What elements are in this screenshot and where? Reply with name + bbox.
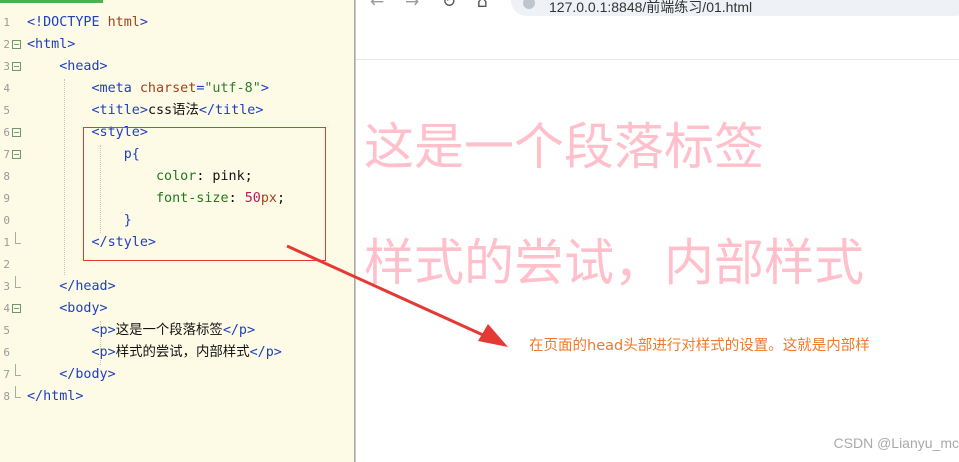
code-line[interactable]: 2− <html>: [0, 34, 354, 56]
fold-toggle-icon[interactable]: −: [12, 304, 21, 313]
code-token: >: [139, 15, 148, 30]
code-line[interactable]: 3− <head>: [0, 56, 354, 78]
site-info-icon[interactable]: [523, 0, 535, 9]
line-number: 1: [3, 236, 10, 249]
line-number: 9: [3, 192, 10, 205]
code-token: <body>: [59, 301, 108, 316]
line-number: 3: [3, 280, 10, 293]
code-token: <html>: [27, 37, 76, 52]
code-token: html: [107, 15, 140, 30]
fold-end-marker: [15, 276, 21, 288]
line-number: 4: [3, 302, 10, 315]
code-text: </head>: [27, 276, 116, 298]
code-line[interactable]: 5 <p>这是一个段落标签</p>: [0, 320, 354, 342]
code-line[interactable]: 5 <title>css语法</title>: [0, 100, 354, 122]
fold-end-marker: [15, 386, 21, 398]
code-token: </head>: [59, 279, 116, 294]
code-text: <head>: [27, 56, 108, 78]
code-token: <p>: [91, 323, 116, 338]
indent-guide: [100, 321, 101, 365]
line-number: 2: [3, 258, 10, 271]
line-number: 6: [3, 346, 10, 359]
code-line[interactable]: 8 </html>: [0, 386, 354, 408]
code-text: </html>: [27, 386, 83, 408]
line-number: 4: [3, 82, 10, 95]
line-number: 7: [3, 148, 10, 161]
line-number: 5: [3, 324, 10, 337]
code-token: </html>: [27, 389, 84, 404]
code-token: <p>: [91, 345, 116, 360]
browser-preview: ← → ↻ ⌂ 127.0.0.1:8848/前端练习/01.html 这是一个…: [356, 0, 959, 462]
code-text: <!DOCTYPE html>: [27, 12, 148, 34]
fold-end-marker: [15, 232, 21, 244]
code-editor[interactable]: 1 <!DOCTYPE html> 2− <html> 3− <head> 4 <meta…: [0, 0, 354, 462]
code-line[interactable]: 1 <!DOCTYPE html>: [0, 12, 354, 34]
code-token: <!DOCTYPE: [27, 15, 108, 30]
address-bar[interactable]: 127.0.0.1:8848/前端练习/01.html: [511, 0, 959, 16]
code-text: <body>: [27, 298, 108, 320]
back-icon[interactable]: ←: [370, 0, 384, 12]
forward-icon[interactable]: →: [405, 0, 419, 12]
code-token: charset: [139, 81, 197, 96]
code-token: </title>: [198, 103, 264, 118]
line-number: 1: [3, 16, 10, 29]
browser-toolbar: ← → ↻ ⌂ 127.0.0.1:8848/前端练习/01.html: [356, 0, 959, 60]
line-number: 6: [3, 126, 10, 139]
paragraph-1: 这是一个段落标签: [364, 118, 764, 176]
code-token: >: [260, 81, 269, 96]
line-number: 8: [3, 390, 10, 403]
line-number: 0: [3, 214, 10, 227]
home-icon[interactable]: ⌂: [477, 0, 488, 12]
code-token: <head>: [59, 59, 108, 74]
code-line[interactable]: 7 </body>: [0, 364, 354, 386]
code-token: <meta: [91, 81, 140, 96]
line-number: 8: [3, 170, 10, 183]
code-token: </body>: [59, 367, 116, 382]
code-token: 样式的尝试，内部样式: [115, 345, 250, 360]
code-text: </body>: [27, 364, 116, 386]
indent-guide: [64, 79, 65, 275]
code-line[interactable]: 4− <body>: [0, 298, 354, 320]
code-token: css语法: [147, 103, 199, 118]
code-line[interactable]: 4 <meta charset="utf-8">: [0, 78, 354, 100]
line-number: 7: [3, 368, 10, 381]
address-text: 127.0.0.1:8848/前端练习/01.html: [549, 0, 753, 15]
code-text: <title>css语法</title>: [27, 100, 264, 122]
fold-end-marker: [15, 364, 21, 376]
code-token: "utf-8": [204, 81, 261, 96]
style-highlight-box: [83, 127, 326, 261]
code-text: <html>: [27, 34, 75, 56]
code-line[interactable]: 3 </head>: [0, 276, 354, 298]
fold-toggle-icon[interactable]: −: [12, 128, 21, 137]
code-token: 这是一个段落标签: [115, 323, 223, 338]
fold-toggle-icon[interactable]: −: [12, 62, 21, 71]
code-text: <p>这是一个段落标签</p>: [27, 320, 256, 342]
code-line[interactable]: 6 <p>样式的尝试，内部样式</p>: [0, 342, 354, 364]
code-token: </p>: [222, 323, 256, 338]
line-number: 5: [3, 104, 10, 117]
paragraph-2: 样式的尝试，内部样式: [364, 234, 864, 292]
fold-toggle-icon[interactable]: −: [12, 150, 21, 159]
code-token: </p>: [249, 345, 282, 360]
line-number: 3: [3, 60, 10, 73]
code-token: <title>: [91, 103, 148, 118]
active-tab-indicator: [0, 0, 103, 3]
line-number: 2: [3, 38, 10, 51]
reload-icon[interactable]: ↻: [442, 0, 456, 12]
annotation-note: 在页面的head头部进行对样式的设置。这就是内部样: [529, 338, 870, 354]
watermark: CSDN @Lianyu_mc: [833, 435, 959, 451]
code-text: <p>样式的尝试，内部样式</p>: [27, 342, 282, 364]
fold-toggle-icon[interactable]: −: [12, 40, 21, 49]
